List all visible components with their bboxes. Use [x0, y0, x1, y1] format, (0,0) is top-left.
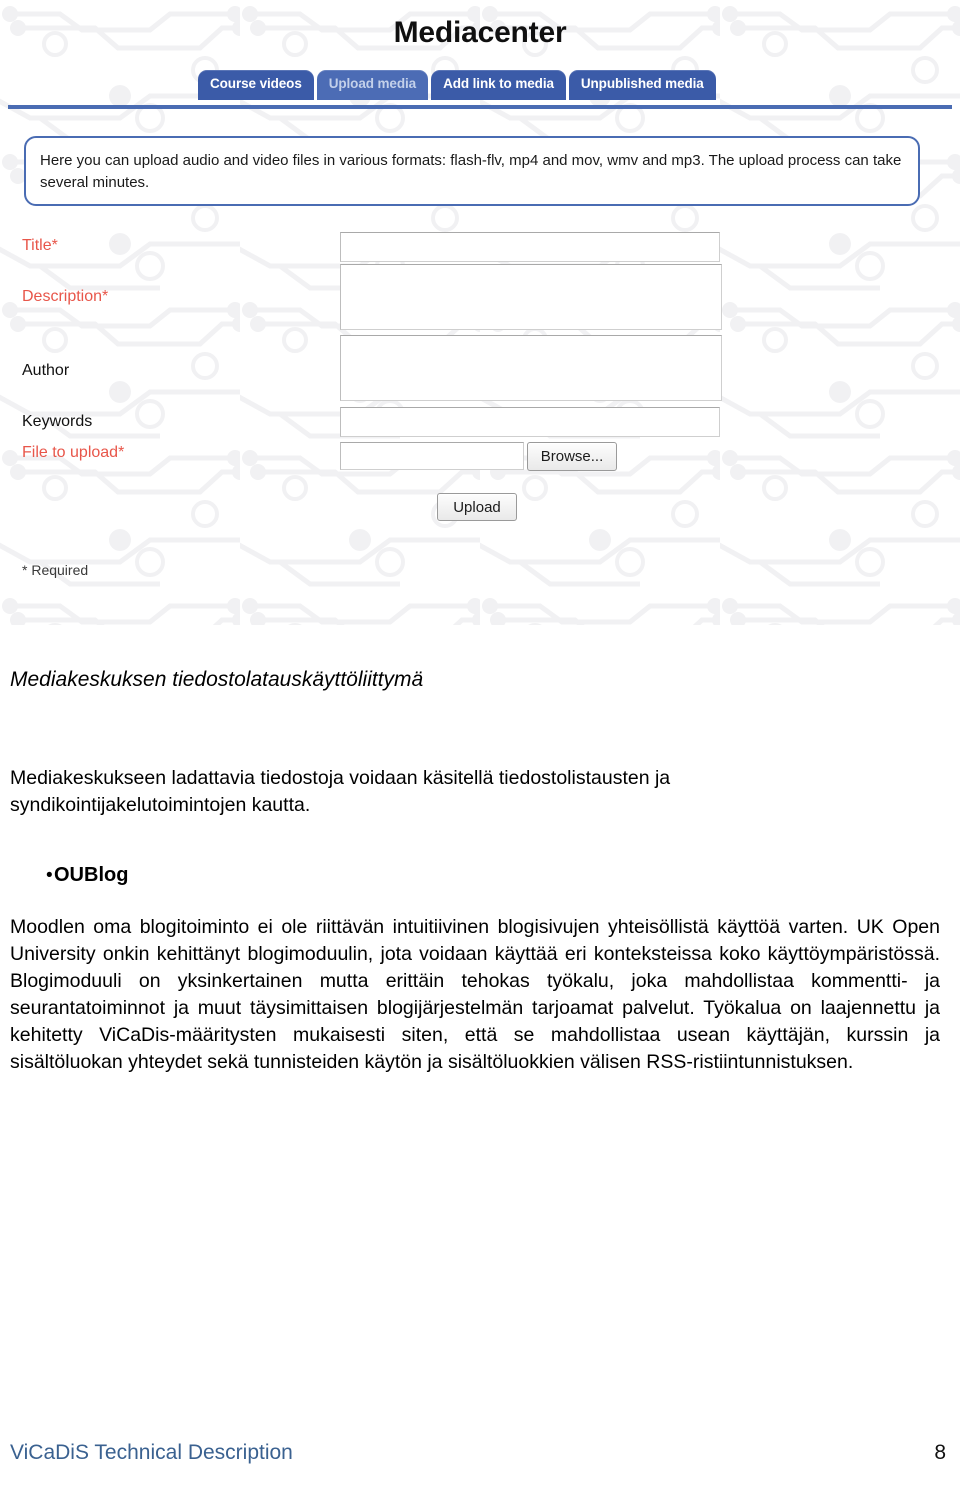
- label-file-to-upload: File to upload*: [22, 444, 125, 461]
- browse-button[interactable]: Browse...: [527, 442, 617, 471]
- required-note: * Required: [22, 562, 89, 578]
- page-title: Mediacenter: [393, 16, 567, 49]
- section-heading: Mediakeskuksen tiedostolatauskäyttöliitt…: [10, 668, 424, 691]
- label-title: Title*: [22, 237, 58, 254]
- list-item-label: OUBlog: [54, 864, 129, 886]
- upload-info-box: Here you can upload audio and video file…: [24, 136, 920, 206]
- tab-course-videos[interactable]: Course videos: [198, 70, 314, 100]
- tab-unpublished-media[interactable]: Unpublished media: [568, 70, 716, 100]
- keywords-input[interactable]: [340, 407, 720, 437]
- tab-add-link-to-media[interactable]: Add link to media: [431, 70, 566, 100]
- mediacenter-screenshot-figure: Mediacenter Course videos Upload media A…: [0, 0, 960, 625]
- tab-bar-divider: [8, 105, 952, 109]
- intro-paragraph: Mediakeskukseen ladattavia tiedostoja vo…: [10, 767, 671, 816]
- label-keywords: Keywords: [22, 413, 93, 430]
- footer-document-title: ViCaDiS Technical Description: [10, 1441, 293, 1464]
- tab-upload-media[interactable]: Upload media: [316, 70, 429, 100]
- body-paragraph: Moodlen oma blogitoiminto ei ole riittäv…: [10, 916, 940, 1073]
- title-input[interactable]: [340, 232, 720, 262]
- author-textarea[interactable]: [340, 335, 722, 401]
- footer-page-number: 8: [934, 1441, 946, 1464]
- list-item: • OUBlog: [10, 864, 910, 887]
- page-footer: ViCaDiS Technical Description 8: [0, 1427, 960, 1487]
- label-author: Author: [22, 362, 70, 379]
- bullet-marker-icon: •: [46, 865, 53, 886]
- label-description: Description*: [22, 288, 109, 305]
- tab-list: Course videos Upload media Add link to m…: [198, 70, 716, 100]
- file-path-input[interactable]: [340, 442, 524, 470]
- description-textarea[interactable]: [340, 264, 722, 330]
- upload-button[interactable]: Upload: [437, 493, 517, 521]
